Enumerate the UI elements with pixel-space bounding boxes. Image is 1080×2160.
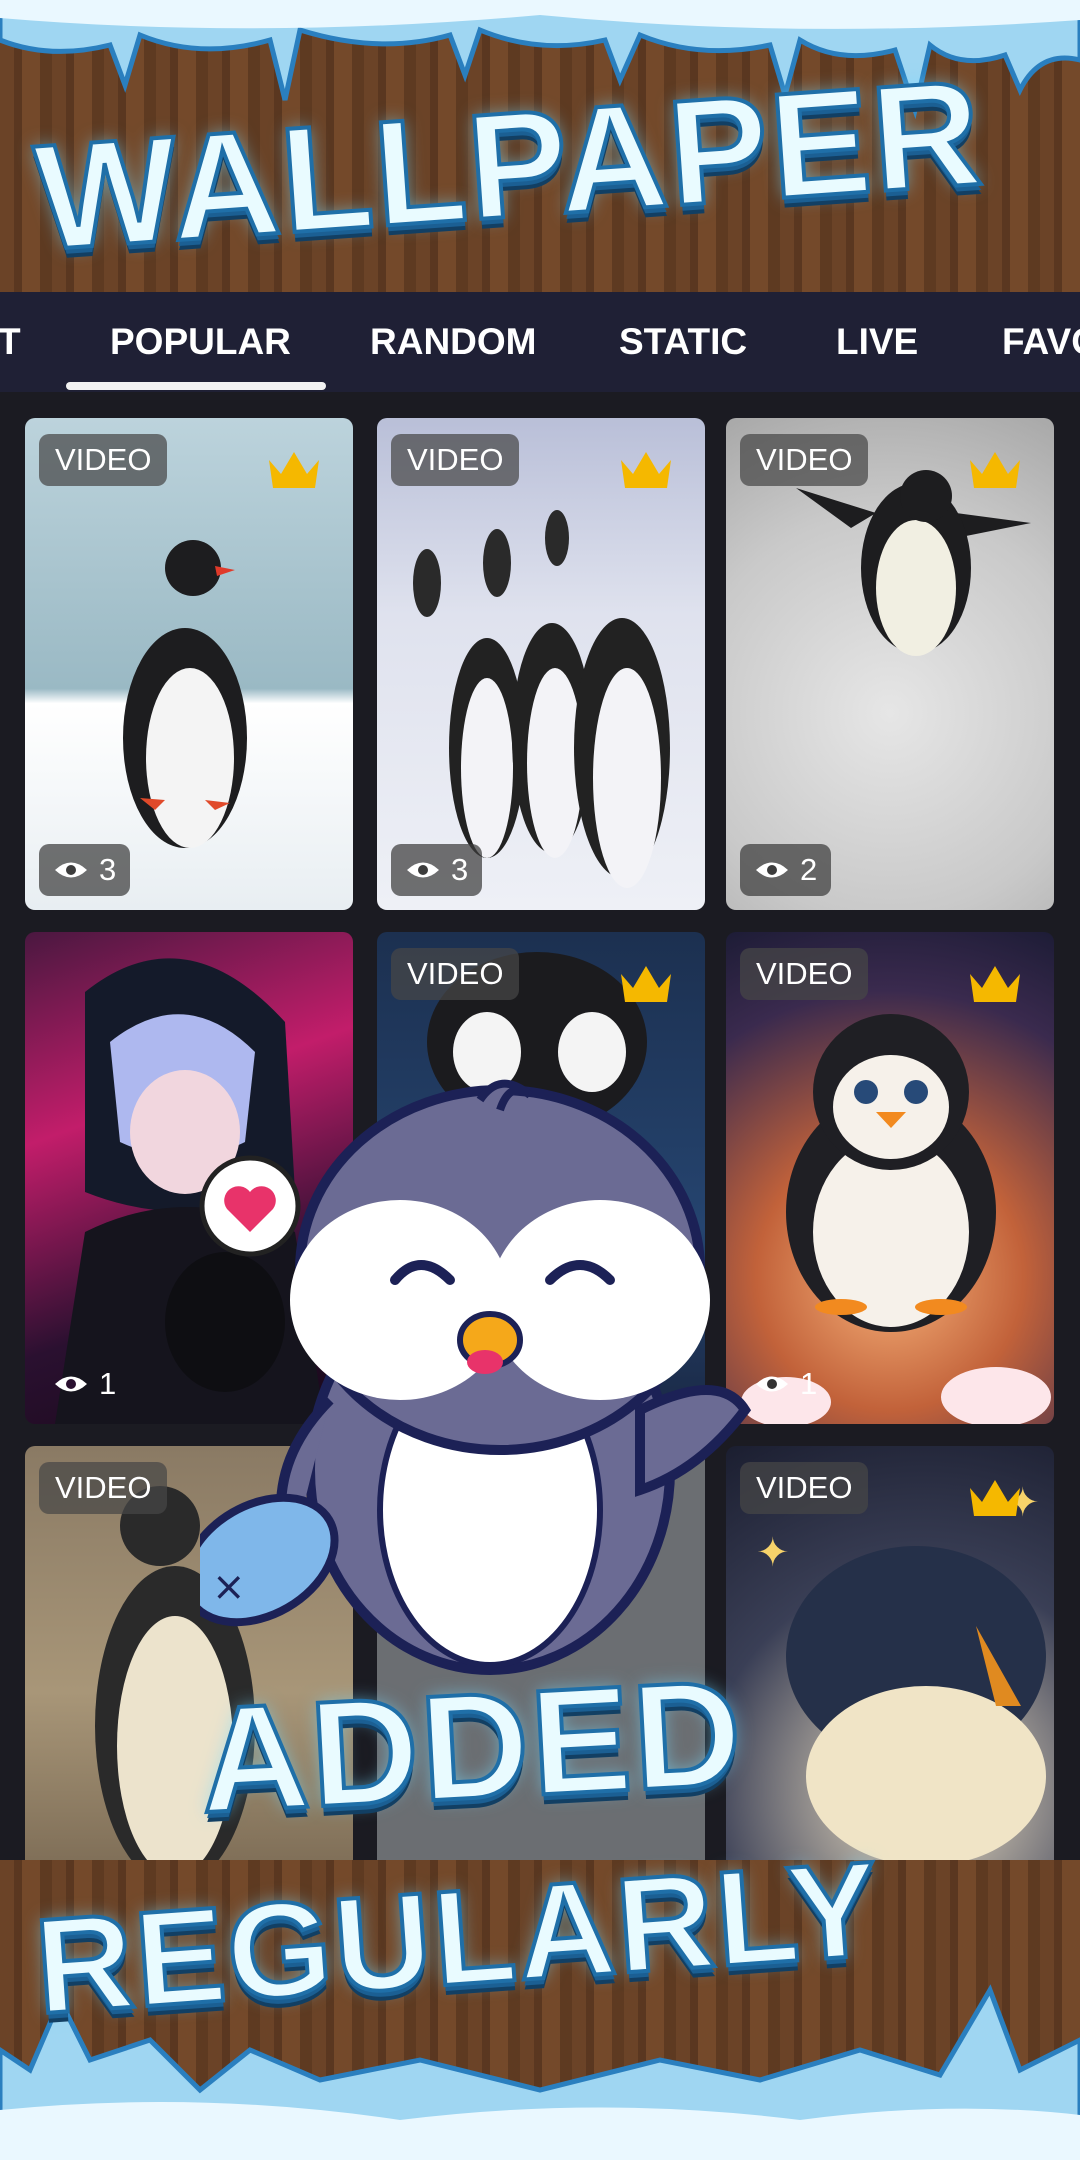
- premium-crown-icon: [970, 1480, 1020, 1516]
- svg-text:✦: ✦: [756, 1530, 790, 1576]
- eye-icon: [55, 1376, 87, 1392]
- view-count-value: 1: [99, 1366, 117, 1401]
- tab-favorites[interactable]: FAVO: [1002, 292, 1080, 392]
- video-badge: VIDEO: [740, 434, 869, 486]
- wallpaper-card[interactable]: VIDEO 3: [25, 418, 353, 910]
- penguin-mascot-illustration: ×: [200, 1079, 752, 1675]
- premium-crown-icon: [970, 452, 1020, 488]
- wallpaper-card[interactable]: VIDEO 2: [726, 418, 1054, 910]
- view-count: 1: [39, 1358, 130, 1410]
- wallpaper-card[interactable]: VIDEO 1: [726, 932, 1054, 1424]
- view-count-value: 1: [800, 1366, 818, 1401]
- eye-icon: [756, 862, 788, 878]
- video-badge: VIDEO: [740, 948, 869, 1000]
- eye-icon: [55, 862, 87, 878]
- view-count: 3: [391, 844, 483, 896]
- svg-text:×: ×: [212, 1564, 246, 1610]
- premium-crown-icon: [621, 966, 671, 1002]
- video-badge: VIDEO: [391, 948, 520, 1000]
- tab-bar: T POPULAR RANDOM STATIC LIVE FAVO: [0, 292, 1080, 392]
- video-badge: VIDEO: [39, 1462, 168, 1514]
- video-badge: VIDEO: [39, 434, 168, 486]
- tab-partial-left[interactable]: T: [0, 292, 21, 392]
- footer-line-added: ADDED: [194, 1646, 749, 1846]
- tab-live[interactable]: LIVE: [836, 292, 918, 392]
- tab-popular[interactable]: POPULAR: [110, 292, 291, 392]
- premium-crown-icon: [269, 452, 319, 488]
- view-count-value: 2: [800, 852, 818, 887]
- tab-random[interactable]: RANDOM: [370, 292, 536, 392]
- active-tab-indicator: [66, 382, 326, 390]
- view-count-value: 3: [451, 852, 469, 887]
- eye-icon: [407, 862, 439, 878]
- wallpaper-card[interactable]: VIDEO 3: [377, 418, 705, 910]
- premium-crown-icon: [970, 966, 1020, 1002]
- view-count-value: 3: [99, 852, 117, 887]
- video-badge: VIDEO: [391, 434, 520, 486]
- view-count: 3: [39, 844, 131, 896]
- view-count: 2: [740, 844, 832, 896]
- premium-crown-icon: [621, 452, 671, 488]
- tab-static[interactable]: STATIC: [619, 292, 747, 392]
